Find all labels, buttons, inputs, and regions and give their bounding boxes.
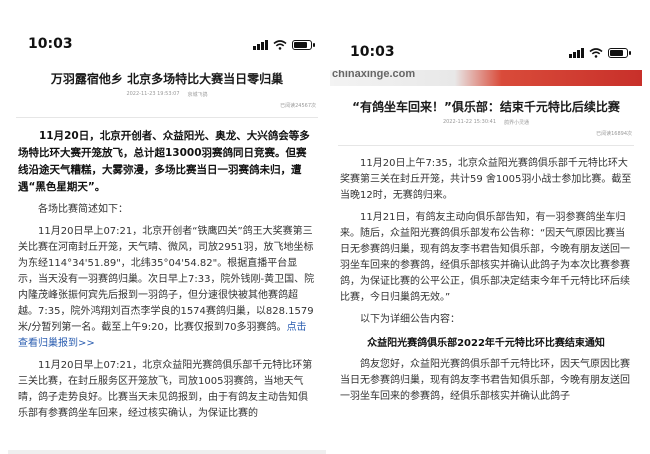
paragraph-3: 以下为详细公告内容： (360, 314, 460, 325)
left-screenshot: 10:03 万羽露宿他乡 北京多场特比大赛当日零归巢 2022-11-23 19… (8, 28, 326, 454)
signal-icon (253, 40, 268, 50)
race-text-1: 11月20日早上07:21，北京开创者“铁鹰四关”鸽王大奖赛第三关比赛在河南封丘… (18, 226, 315, 333)
status-time: 10:03 (350, 44, 395, 60)
divider (338, 145, 634, 146)
article-view[interactable]: chinaxinge.com “有鸽坐车回来！”俱乐部：结束千元特比后续比赛 2… (330, 70, 642, 454)
site-logo: chinaxinge.com (332, 70, 416, 80)
article-source[interactable]: 京城飞鸽 (188, 91, 208, 98)
article-title: 万羽露宿他乡 北京多场特比大赛当日零归巢 (50, 72, 284, 86)
article-view[interactable]: 万羽露宿他乡 北京多场特比大赛当日零归巢 2022-11-23 19:53:07… (8, 62, 326, 454)
lead-paragraph: 11月20日，北京开创者、众益阳光、奥龙、大兴鸽会等多场特比环大赛开笼放飞，总计… (18, 130, 310, 193)
status-icons (569, 48, 631, 58)
article-source[interactable]: 鸽界小灵通 (504, 119, 529, 126)
battery-icon (608, 48, 631, 58)
battery-icon (292, 40, 315, 50)
read-count: 已阅读24567次 (280, 103, 316, 109)
wifi-icon (589, 48, 603, 58)
wifi-icon (273, 40, 287, 50)
status-bar: 10:03 (330, 36, 642, 70)
site-banner[interactable]: chinaxinge.com (330, 70, 642, 86)
status-bar: 10:03 (8, 28, 326, 62)
article-date: 2022-11-22 15:30:41 (442, 119, 497, 125)
paragraph-2: 11月21日，有鸽友主动向俱乐部告知，有一羽参赛鸽坐车归来。随后，众益阳光赛鸽俱… (340, 212, 630, 303)
bottom-toolbar (8, 450, 326, 454)
article-meta: 2022-11-22 15:30:41 鸽界小灵通 (330, 119, 642, 126)
right-screenshot: 10:03 chinaxinge.com “有鸽坐车回来！”俱乐部：结束千元特比… (330, 36, 642, 454)
signal-icon (569, 48, 584, 58)
paragraph-4: 鸽友您好，众益阳光赛鸽俱乐部千元特比环，因天气原因比赛当日无参赛鸽归巢，现有鸽友… (340, 359, 630, 402)
paragraph-1: 11月20日上午7:35，北京众益阳光赛鸽俱乐部千元特比环大奖赛第三关在封丘开笼… (340, 158, 632, 201)
notice-title: 众益阳光赛鸽俱乐部2022年千元特比环比赛结束通知 (367, 338, 605, 349)
read-count: 已阅读16894次 (596, 131, 632, 137)
status-icons (253, 40, 315, 50)
status-time: 10:03 (28, 36, 73, 52)
intro-paragraph: 各场比赛简述如下： (38, 204, 128, 215)
article-meta: 2022-11-23 19:53:07 京城飞鸽 (8, 91, 326, 98)
divider (16, 117, 318, 118)
race-paragraph-1: 11月20日早上07:21，北京开创者“铁鹰四关”鸽王大奖赛第三关比赛在河南封丘… (8, 224, 326, 352)
article-date: 2022-11-23 19:53:07 (126, 91, 180, 97)
race-paragraph-2: 11月20日早上07:21，北京众益阳光赛鸽俱乐部千元特比环第三关比赛，在封丘服… (18, 360, 313, 419)
article-title: “有鸽坐车回来！”俱乐部：结束千元特比后续比赛 (352, 100, 620, 114)
